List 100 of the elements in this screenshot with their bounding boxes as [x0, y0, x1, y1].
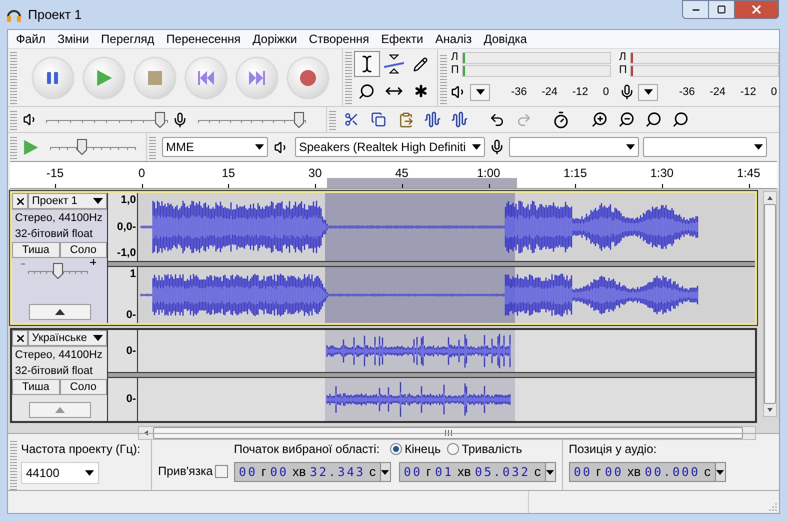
track-control-panel[interactable]: Українське Стерео, 44100Hz 32-бітовий float Тиша Соло	[12, 330, 108, 421]
gain-slider[interactable]	[28, 262, 88, 280]
radio-button[interactable]	[446, 443, 459, 455]
scrollbar-thumb[interactable]	[764, 204, 776, 404]
caret-icon	[754, 144, 763, 150]
window-title: Проект 1	[28, 6, 82, 24]
stopwatch-icon	[552, 110, 570, 128]
toolbar-grip[interactable]	[149, 135, 156, 159]
radio-option[interactable]: Кінець	[390, 440, 441, 458]
output-device-dropdown[interactable]: Speakers (Realtek High Definiti	[295, 137, 485, 157]
toolbar-grip[interactable]	[10, 135, 17, 159]
meter-scale-label: -12	[572, 84, 588, 100]
transport-button[interactable]	[33, 58, 73, 98]
channels-dropdown[interactable]	[643, 137, 767, 157]
toolbar-grip[interactable]	[10, 109, 17, 130]
arrow-up-icon	[767, 196, 773, 200]
meter-menu-button[interactable]	[638, 84, 658, 100]
time-label: 15	[222, 165, 236, 182]
toolbar-grip[interactable]	[344, 51, 352, 104]
toolbar-grip[interactable]	[329, 109, 336, 130]
meter-scale-label: -24	[710, 84, 726, 100]
toolbar-grip[interactable]	[440, 53, 447, 104]
meter-scale-label: -36	[679, 84, 695, 100]
menu-item[interactable]: Довідка	[478, 30, 533, 48]
input-device-dropdown[interactable]	[509, 137, 639, 157]
project-rate-dropdown[interactable]: 44100	[21, 462, 99, 484]
solo-button[interactable]: Соло	[60, 379, 107, 395]
slider-thumb[interactable]	[76, 139, 87, 155]
close-icon	[14, 196, 26, 206]
search-icon	[358, 82, 376, 100]
field-label: Частота проекту (Гц):	[21, 441, 142, 458]
track-name-menu[interactable]: Проект 1	[28, 193, 107, 209]
track-info: 32-бітовий float	[14, 364, 94, 379]
slider-thumb[interactable]	[53, 263, 63, 279]
skip-forward-icon	[248, 70, 265, 84]
zoom-in-icon	[591, 111, 608, 128]
mute-button[interactable]: Тиша	[12, 242, 60, 258]
caret-icon	[381, 470, 390, 474]
output-volume-slider[interactable]	[46, 110, 168, 128]
time-label: 1:15	[564, 165, 587, 182]
time-label: 1:30	[650, 165, 674, 182]
meter-menu-button[interactable]	[470, 84, 490, 100]
radio-button[interactable]	[390, 443, 402, 455]
skip-back-icon	[198, 70, 214, 84]
menu-item[interactable]: Аналіз	[429, 30, 478, 48]
time-label: 1:00	[476, 165, 500, 182]
time-field[interactable]: 00 г 00 хв 00.000 с	[568, 462, 726, 482]
track-control-panel[interactable]: Проект 1 Стерео, 44100Hz 32-бітовий float Тиша Соло	[12, 193, 108, 323]
slider-thumb[interactable]	[294, 112, 304, 128]
redo-icon	[516, 112, 532, 128]
caret-icon	[54, 309, 64, 315]
horizontal-scrollbar[interactable]	[138, 426, 756, 440]
menu-item[interactable]: Створення	[302, 30, 376, 48]
menu-item[interactable]: Ефекти	[375, 30, 430, 48]
snap-label: Прив'язка	[158, 463, 213, 480]
timeline-ruler[interactable]: -15 0 15 30 45 1:00 1:15 1:30 1:45	[10, 161, 777, 189]
meter-scale-label: -24	[542, 84, 558, 100]
input-volume-slider[interactable]	[198, 110, 306, 128]
waveform-icon	[424, 111, 441, 128]
vertical-scrollbar[interactable]	[763, 191, 777, 417]
toolbar-grip[interactable]	[10, 440, 17, 490]
tool-button[interactable]	[354, 51, 380, 77]
channel-label: Л	[619, 52, 628, 63]
radio-option[interactable]: Тривалість	[446, 440, 522, 458]
time-field[interactable]: 00 г 01 хв 05.032 с	[398, 462, 556, 482]
channel-label: П	[451, 65, 460, 76]
minus-icon	[20, 261, 26, 267]
undo-icon	[488, 112, 504, 128]
speed-slider[interactable]	[50, 138, 136, 156]
close-button[interactable]	[12, 193, 28, 209]
time-field[interactable]: 00 г 00 хв 32.343 с	[234, 462, 391, 482]
zoom-out-icon	[618, 111, 635, 128]
arrow-left-icon	[144, 430, 148, 436]
close-button[interactable]	[12, 330, 28, 346]
menu-item[interactable]: Зміни	[52, 30, 96, 48]
menu-item[interactable]: Перенесення	[160, 30, 247, 48]
transport-button[interactable]	[186, 58, 226, 98]
menu-item[interactable]: Перегляд	[95, 30, 160, 48]
transport-button[interactable]	[236, 58, 277, 98]
solo-button[interactable]: Соло	[60, 242, 107, 258]
slider-thumb[interactable]	[154, 112, 165, 128]
caret-icon	[476, 89, 484, 95]
menu-item[interactable]: Доріжки	[246, 30, 303, 48]
toolbar-grip[interactable]	[10, 51, 17, 104]
meter-scale-label: 0	[602, 84, 609, 100]
scrollbar-thumb[interactable]	[153, 427, 743, 439]
menu-item[interactable]: Файл	[10, 30, 52, 48]
snap-checkbox[interactable]	[214, 464, 228, 478]
transport-button[interactable]	[288, 58, 328, 98]
collapse-button[interactable]	[28, 304, 90, 320]
magnifier-icon	[672, 111, 689, 128]
mute-button[interactable]: Тиша	[12, 379, 60, 395]
transport-button[interactable]	[84, 58, 124, 98]
pause-icon	[46, 70, 60, 84]
scale-label: 0-	[126, 344, 136, 358]
track-name-menu[interactable]: Українське	[28, 330, 107, 346]
maximize-button[interactable]	[709, 0, 735, 19]
host-dropdown[interactable]: MME	[162, 137, 268, 157]
track-info: Стерео, 44100Hz	[14, 348, 104, 363]
microphone-icon	[172, 112, 188, 128]
